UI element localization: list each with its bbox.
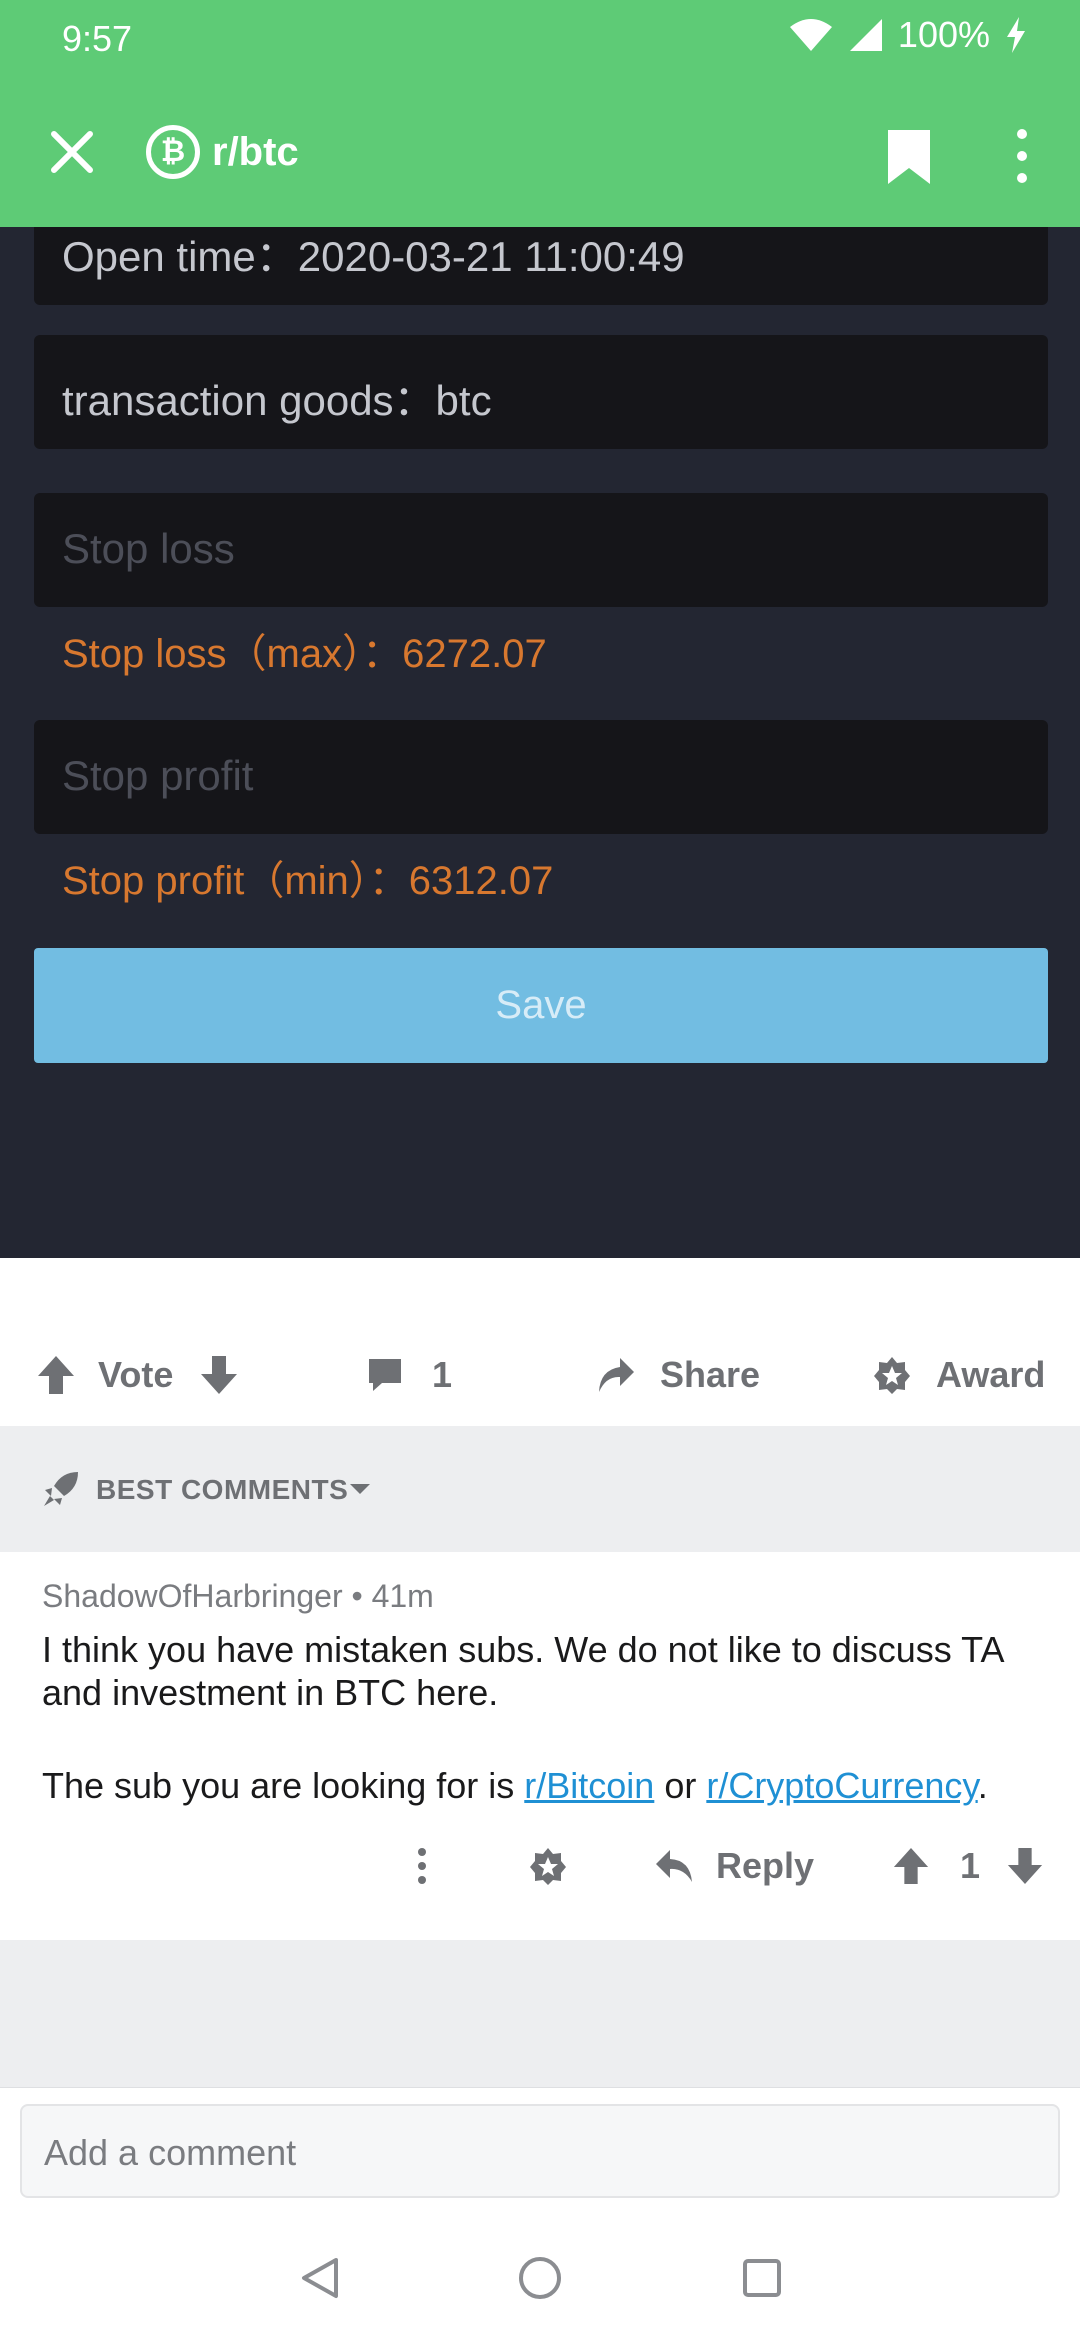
status-time: 9:57	[62, 18, 133, 59]
upvote-icon[interactable]	[36, 1354, 76, 1396]
downvote-icon[interactable]	[199, 1354, 239, 1396]
comment-vote-group: 1	[892, 1840, 1044, 1892]
open-time-text: Open time：2020-03-21 11:00:49	[62, 233, 685, 280]
comment-sort-bar[interactable]: BEST COMMENTS	[0, 1426, 1080, 1552]
share-icon	[599, 1358, 634, 1392]
comment-line-1: I think you have mistaken subs. We do no…	[42, 1629, 1003, 1713]
comment-icon	[369, 1359, 401, 1391]
share-label: Share	[660, 1354, 761, 1395]
reply-button[interactable]: Reply	[654, 1840, 814, 1892]
upvote-icon[interactable]	[892, 1846, 930, 1886]
system-nav-bar	[0, 2200, 1080, 2340]
stop-loss-placeholder: Stop loss	[62, 525, 235, 572]
status-right: 100%	[788, 14, 1028, 56]
bitcoin-icon[interactable]: ₿	[146, 125, 200, 179]
comments-end-filler	[0, 1940, 1080, 2087]
recents-nav-icon[interactable]	[742, 2258, 782, 2298]
reply-icon	[656, 1850, 692, 1882]
save-button-image: Save	[34, 948, 1048, 1063]
vote-label: Vote	[98, 1354, 174, 1395]
comment-body: I think you have mistaken subs. We do no…	[42, 1628, 1052, 1807]
downvote-icon[interactable]	[1006, 1846, 1044, 1886]
award-label: Award	[936, 1354, 1046, 1395]
comment-meta[interactable]: ShadowOfHarbringer • 41m	[42, 1578, 434, 1615]
comment-score: 1	[960, 1845, 981, 1886]
stop-profit-field: Stop profit	[34, 720, 1048, 834]
back-nav-icon[interactable]	[300, 2256, 340, 2300]
add-comment-input[interactable]: Add a comment	[20, 2104, 1060, 2198]
reply-label: Reply	[716, 1845, 815, 1886]
bookmark-icon[interactable]	[886, 128, 932, 186]
save-label: Save	[495, 983, 587, 1027]
stop-loss-note: Stop loss（max）：6272.07	[62, 632, 547, 676]
bitcoin-icon-letter: ₿	[160, 135, 186, 168]
caret-down-icon	[350, 1484, 370, 1494]
post-actions-bar: Vote 1 Share Award	[0, 1258, 1080, 1426]
open-time-field: Open time：2020-03-21 11:00:49	[34, 227, 1048, 305]
share-button[interactable]: Share	[596, 1350, 760, 1400]
stop-loss-field: Stop loss	[34, 493, 1048, 607]
comment-item: ShadowOfHarbringer • 41m I think you hav…	[0, 1552, 1080, 1940]
comments-button[interactable]: 1	[366, 1350, 452, 1400]
add-comment-placeholder: Add a comment	[44, 2132, 297, 2173]
comment-line-2-mid: or	[654, 1765, 707, 1806]
sort-label: BEST COMMENTS	[96, 1474, 349, 1505]
rocket-icon	[44, 1472, 78, 1506]
comment-count: 1	[432, 1354, 453, 1395]
stop-profit-note: Stop profit（min）：6312.07	[62, 859, 554, 903]
home-nav-icon[interactable]	[518, 2256, 562, 2300]
transaction-goods-field: transaction goods：btc	[34, 335, 1048, 449]
award-icon	[530, 1848, 566, 1885]
comment-award-button[interactable]	[528, 1840, 568, 1892]
wifi-icon	[789, 19, 832, 51]
comment-line-2-prefix: The sub you are looking for is	[42, 1765, 525, 1806]
signal-icon	[849, 19, 882, 51]
post-image[interactable]: Open time：2020-03-21 11:00:49 transactio…	[0, 227, 1080, 1258]
comment-line-2: The sub you are looking for is r/Bitcoin…	[42, 1764, 1052, 1807]
close-icon[interactable]	[44, 124, 100, 180]
top-bar: 9:57 100% ₿ r/btc	[0, 0, 1080, 227]
award-icon	[874, 1357, 910, 1394]
vote-group: Vote	[36, 1350, 239, 1400]
status-bar: 9:57 100%	[0, 0, 1080, 80]
more-vertical-icon[interactable]	[1002, 126, 1042, 186]
transaction-goods-text: transaction goods：btc	[62, 377, 492, 424]
app-bar: ₿ r/btc	[0, 80, 1080, 227]
comment-line-2-suffix: .	[977, 1765, 988, 1806]
link-cryptocurrency[interactable]: r/CryptoCurrency	[706, 1765, 977, 1806]
stop-profit-placeholder: Stop profit	[62, 752, 254, 799]
award-button[interactable]: Award	[872, 1350, 1045, 1400]
subreddit-name[interactable]: r/btc	[212, 130, 299, 175]
battery-percent: 100%	[897, 14, 990, 55]
battery-charging-icon	[1007, 17, 1025, 53]
link-bitcoin[interactable]: r/Bitcoin	[524, 1765, 654, 1806]
more-vertical-icon	[418, 1848, 426, 1884]
comment-more-button[interactable]	[410, 1840, 434, 1892]
